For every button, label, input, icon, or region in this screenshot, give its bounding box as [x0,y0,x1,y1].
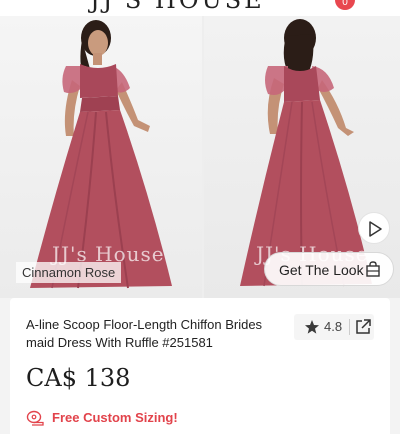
rating-share-box: 4.8 [294,314,374,340]
play-icon [369,221,382,237]
get-the-look-label: Get The Look [279,262,364,278]
color-name-label: Cinnamon Rose [16,262,122,283]
brand-logo[interactable]: JJ'S HOUSE [90,0,265,14]
rating-divider [349,319,350,335]
product-title: A-line Scoop Floor-Length Chiffon Brides… [26,317,263,350]
rating-value[interactable]: 4.8 [324,319,342,334]
share-icon[interactable] [354,318,372,336]
play-video-button[interactable] [358,212,390,244]
star-icon [305,320,319,334]
product-info-card: A-line Scoop Floor-Length Chiffon Brides… [10,298,390,434]
product-page: JJ'S HOUSE 0 JJ's House Cinnamon Rose Ge… [0,0,400,434]
product-photo-front[interactable]: JJ's House Cinnamon Rose [0,16,202,298]
cart-count-badge[interactable]: 0 [335,0,355,10]
tape-measure-icon [26,410,44,426]
shopping-bag-icon [366,261,380,277]
product-price: CA$ 138 [26,364,131,392]
header: JJ'S HOUSE 0 [0,0,400,16]
product-gallery[interactable]: JJ's House Cinnamon Rose Get The Look [0,16,400,298]
get-the-look-button[interactable]: Get The Look [264,252,394,286]
custom-sizing-label: Free Custom Sizing! [52,410,178,425]
